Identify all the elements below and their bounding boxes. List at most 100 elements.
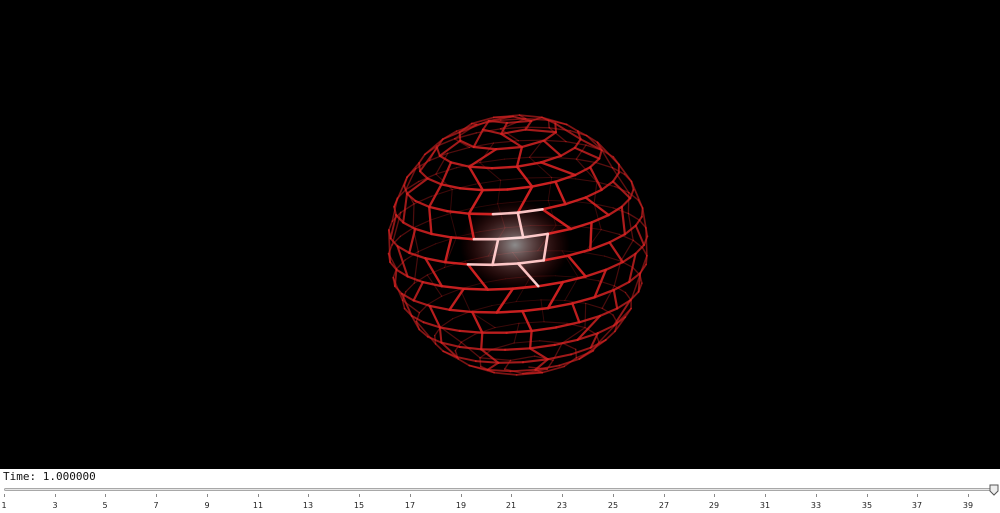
lattice-edge [418,170,429,180]
lattice-edge [491,342,515,350]
lattice-edge [612,288,619,310]
lattice-edge [589,241,611,251]
lattice-edge [554,275,579,278]
lattice-edge [566,254,587,278]
lattice-edge [632,239,644,249]
slider-tick-label: 17 [404,501,416,510]
lattice-edge [513,340,541,344]
lattice-edge [479,162,502,181]
lattice-edge [479,158,505,164]
lattice-edge [497,179,502,205]
lattice-edge [518,321,545,324]
lattice-edge [430,232,453,239]
lattice-edge [640,207,644,218]
lattice-edge [495,145,524,151]
lattice-edge [495,287,515,314]
lattice-edge [540,299,545,323]
slider-tick-label: 5 [102,501,108,510]
lattice-edge [486,361,500,371]
lattice-edge [634,224,645,246]
lattice-edge [427,295,443,305]
slider-tick-label: 19 [455,501,467,510]
slider-tick-label: 27 [658,501,670,510]
lattice-edge [414,227,433,236]
lattice-edge [584,302,587,329]
lattice-edge [500,177,527,181]
lattice-edge [441,288,461,297]
lattice-edge [530,326,558,333]
lattice-edge [428,183,443,209]
lattice-edge [400,203,415,214]
lattice-edge [439,318,454,328]
lattice-edge [458,187,485,192]
lattice-edge [571,302,581,324]
lattice-edge [480,348,507,351]
lattice-edge [554,122,557,134]
lattice-edge [471,310,484,334]
lattice-edge [542,139,563,157]
lattice-edge [604,260,624,271]
lattice-edge [546,353,573,361]
lattice-edge [547,199,573,202]
lattice-edge [440,284,466,290]
lattice-edge [528,329,533,350]
specular-highlight [460,200,570,290]
lattice-edge [574,166,592,177]
lattice-edge [467,148,498,168]
lattice-edge [515,165,534,188]
sphere-lattice-model [387,114,649,376]
lattice-edge [472,145,498,151]
lattice-edge [393,285,403,295]
lattice-edge [467,165,494,170]
lattice-edge [458,345,483,351]
lattice-edge [517,139,544,142]
slider-tick-label: 37 [911,501,923,510]
lattice-edge [470,310,499,314]
slider-tick-label: 29 [708,501,720,510]
slider-tick-label: 11 [252,501,264,510]
slider-tick-label: 15 [353,501,365,510]
lattice-edge [412,299,431,307]
lattice-edge [547,177,553,201]
lattice-edge [426,177,443,186]
lattice-edge [571,296,596,305]
lattice-edge [438,326,443,344]
lattice-edge [620,239,634,262]
lattice-edge [590,213,610,224]
lattice-edge [524,126,550,129]
lattice-edge [515,299,542,303]
lattice-edge [530,180,557,188]
lattice-edge [462,287,490,291]
lattice-edge [645,254,648,266]
lattice-edge [546,280,565,310]
lattice-edge [399,227,414,237]
slider-tick-label: 3 [52,501,58,510]
lattice-edge [429,212,451,221]
lattice-edge [630,180,635,191]
lattice-edge [515,145,524,168]
time-panel: Time: 1.000000 1 3 5 7 9 11 13 15 17 19 21 23 25 27 29… [0,469,1000,513]
lattice-edge [539,340,563,344]
lattice-edge [506,185,534,191]
lattice-edge [505,329,533,334]
render-viewport[interactable] [0,0,1000,469]
lattice-edge [608,233,627,244]
lattice-edge [458,131,462,142]
slider-tick-label: 7 [153,501,159,510]
slider-tick-label: 1 [1,501,7,510]
lattice-edge [598,307,619,317]
lattice-edge [601,285,615,309]
slider-tick-label: 33 [810,501,822,510]
lattice-edge [490,165,519,170]
lattice-edge [542,131,558,142]
lattice-edge [418,153,426,164]
lattice-edge [629,290,640,302]
slider-tick-label: 35 [861,501,873,510]
lattice-edge [543,321,568,324]
lattice-edge [469,305,493,312]
lattice-edge [584,188,603,199]
lattice-edge [449,189,453,214]
lattice-edge [449,213,457,238]
lattice-edge [495,309,524,314]
lattice-edge [509,355,536,362]
